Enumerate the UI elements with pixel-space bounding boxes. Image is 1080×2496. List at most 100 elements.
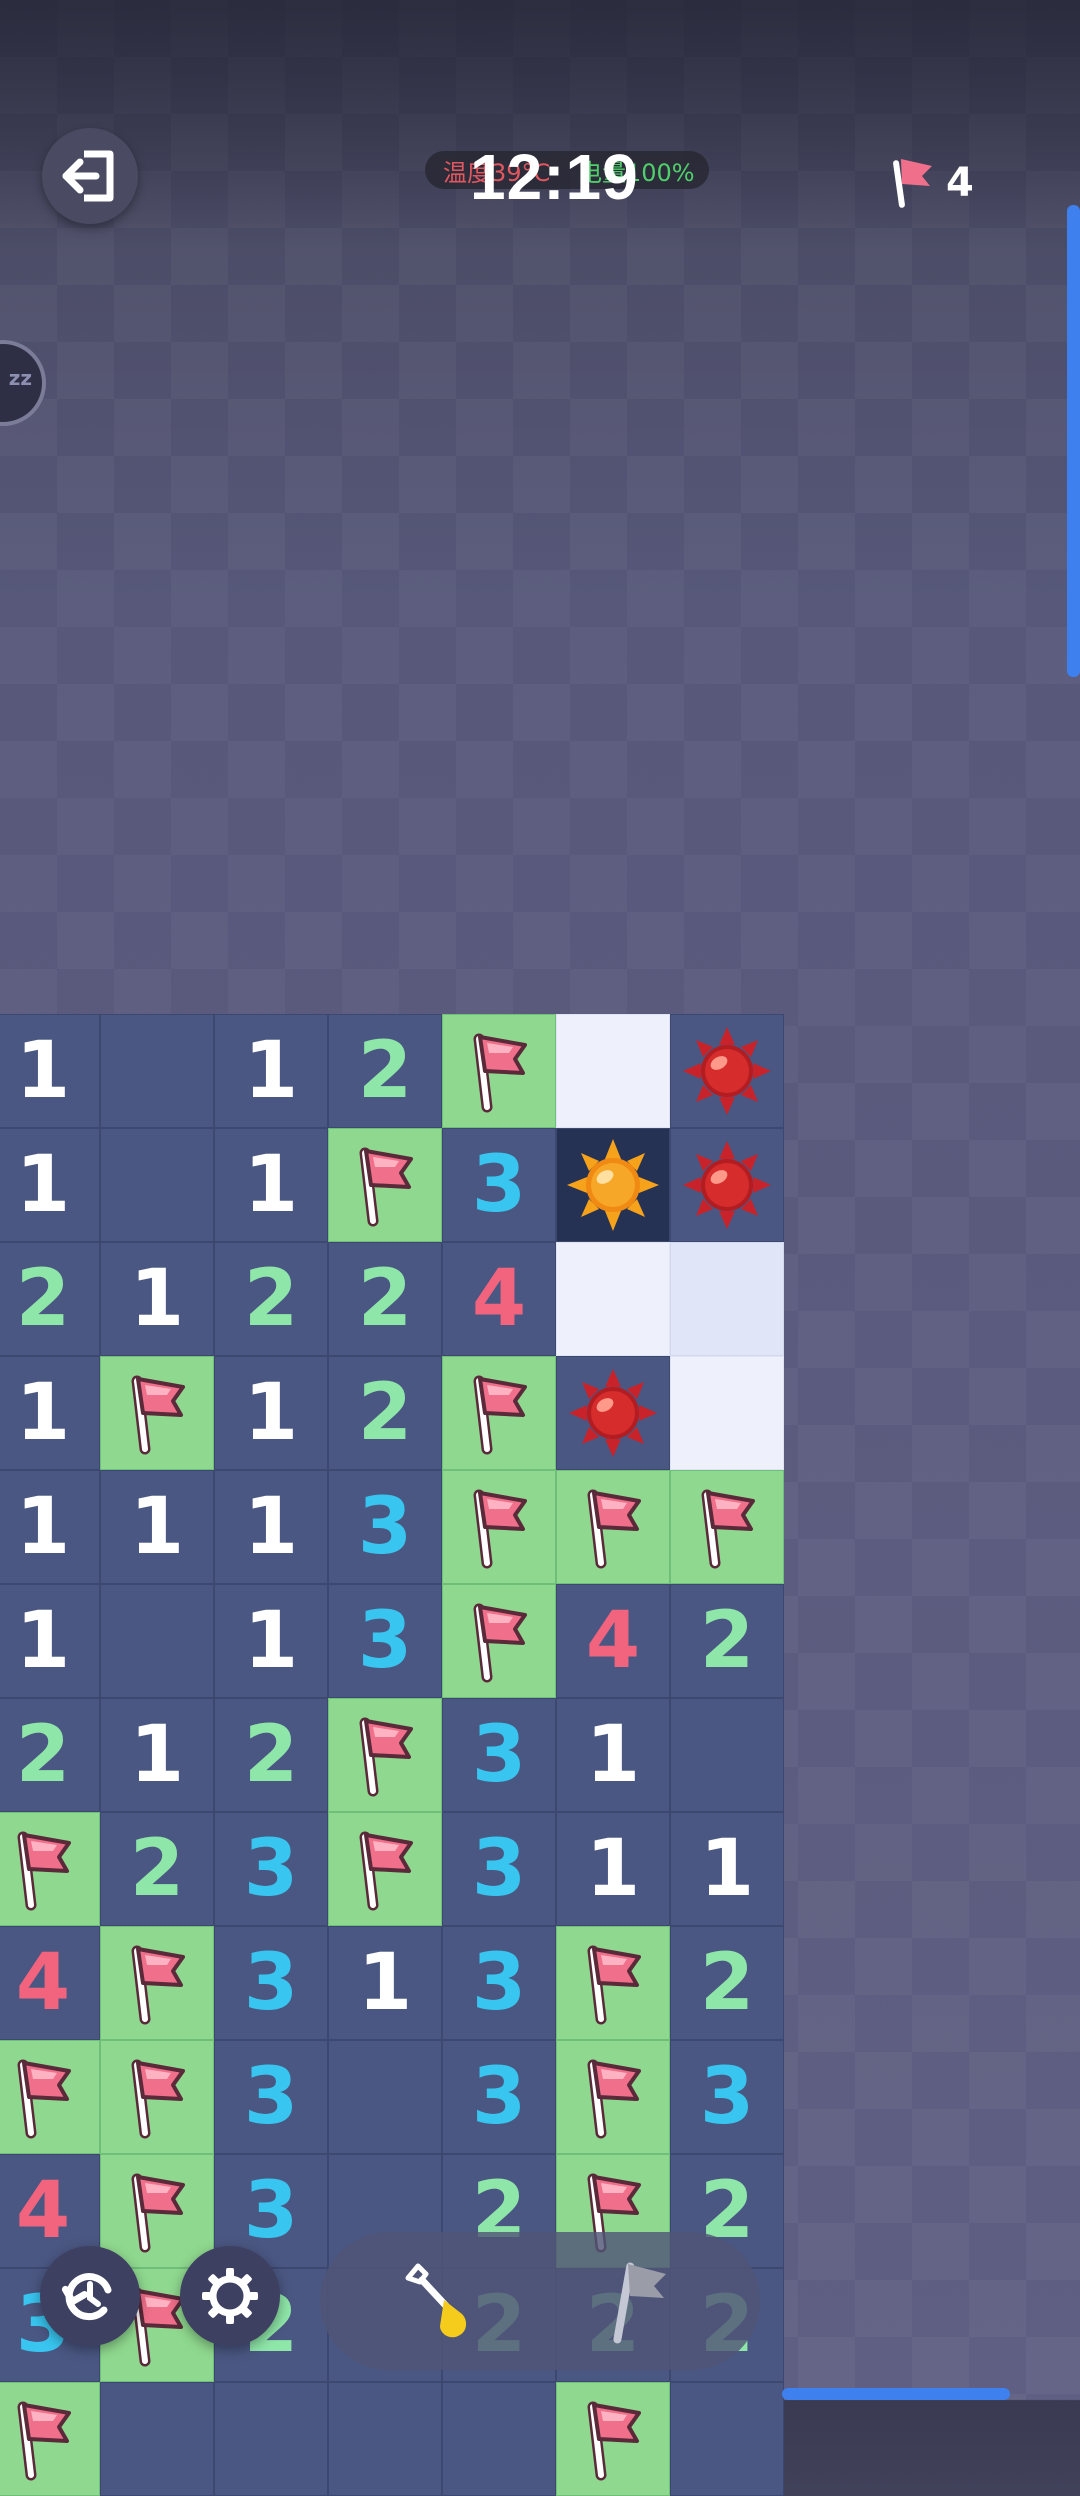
tile-flagged[interactable] bbox=[0, 1812, 100, 1926]
game-timer: 12:19 bbox=[470, 141, 639, 213]
tile-flagged[interactable] bbox=[442, 1014, 556, 1128]
tile-number[interactable]: 3 bbox=[328, 1584, 442, 1698]
tile-empty[interactable] bbox=[670, 1698, 784, 1812]
flag-mode-icon[interactable] bbox=[602, 2252, 682, 2352]
flag-icon bbox=[473, 1375, 527, 1455]
tile-unrevealed[interactable] bbox=[670, 1356, 784, 1470]
tile-number[interactable]: 3 bbox=[328, 1470, 442, 1584]
tile-mine[interactable] bbox=[670, 1128, 784, 1242]
restart-button[interactable] bbox=[40, 2246, 140, 2346]
tile-flagged[interactable] bbox=[100, 1926, 214, 2040]
tile-number[interactable]: 3 bbox=[442, 1698, 556, 1812]
tile-number[interactable]: 3 bbox=[442, 1128, 556, 1242]
tile-number[interactable]: 4 bbox=[556, 1584, 670, 1698]
tile-unrevealed[interactable] bbox=[556, 1014, 670, 1128]
tile-number[interactable]: 1 bbox=[214, 1470, 328, 1584]
tile-flagged[interactable] bbox=[670, 1470, 784, 1584]
tile-empty[interactable] bbox=[328, 2382, 442, 2496]
tile-flagged[interactable] bbox=[556, 2040, 670, 2154]
mine-icon bbox=[569, 1369, 657, 1457]
tile-empty[interactable] bbox=[442, 2382, 556, 2496]
tile-number[interactable]: 1 bbox=[556, 1812, 670, 1926]
tile-empty[interactable] bbox=[100, 1014, 214, 1128]
tile-flagged[interactable] bbox=[328, 1698, 442, 1812]
flag-icon bbox=[587, 1945, 641, 2025]
tile-number[interactable]: 1 bbox=[0, 1356, 100, 1470]
tile-flagged[interactable] bbox=[442, 1470, 556, 1584]
tile-number[interactable]: 1 bbox=[214, 1584, 328, 1698]
tile-flagged[interactable] bbox=[0, 2382, 100, 2496]
tile-flagged[interactable] bbox=[100, 1356, 214, 1470]
tile-number[interactable]: 3 bbox=[442, 1926, 556, 2040]
tile-number[interactable]: 1 bbox=[0, 1014, 100, 1128]
tile-number[interactable]: 3 bbox=[214, 1926, 328, 2040]
tile-number[interactable]: 2 bbox=[214, 1698, 328, 1812]
tile-empty[interactable] bbox=[214, 2382, 328, 2496]
tile-flagged[interactable] bbox=[328, 1128, 442, 1242]
flag-icon bbox=[17, 2059, 71, 2139]
tile-empty[interactable] bbox=[100, 1584, 214, 1698]
tile-unrevealed[interactable] bbox=[670, 1242, 784, 1356]
tile-number[interactable]: 1 bbox=[100, 1698, 214, 1812]
tile-number[interactable]: 1 bbox=[328, 1926, 442, 2040]
restart-icon bbox=[61, 2273, 112, 2321]
tile-number[interactable]: 1 bbox=[670, 1812, 784, 1926]
tile-number[interactable]: 1 bbox=[214, 1014, 328, 1128]
tile-number[interactable]: 3 bbox=[214, 1812, 328, 1926]
tile-empty[interactable] bbox=[328, 2040, 442, 2154]
tile-empty[interactable] bbox=[100, 2382, 214, 2496]
tile-exploded-mine[interactable] bbox=[556, 1128, 670, 1242]
tile-number[interactable]: 3 bbox=[442, 1812, 556, 1926]
tile-mine[interactable] bbox=[556, 1356, 670, 1470]
tile-flagged[interactable] bbox=[556, 2382, 670, 2496]
tile-number[interactable]: 2 bbox=[100, 1812, 214, 1926]
flag-icon bbox=[701, 1489, 755, 1569]
tile-empty[interactable] bbox=[100, 1128, 214, 1242]
tile-number[interactable]: 1 bbox=[0, 1584, 100, 1698]
gear-icon bbox=[202, 2268, 258, 2324]
tile-number[interactable]: 2 bbox=[328, 1356, 442, 1470]
tile-number[interactable]: 1 bbox=[556, 1698, 670, 1812]
settings-button[interactable] bbox=[180, 2246, 280, 2346]
tile-number[interactable]: 2 bbox=[0, 1242, 100, 1356]
tile-flagged[interactable] bbox=[0, 2040, 100, 2154]
tile-number[interactable]: 3 bbox=[670, 2040, 784, 2154]
tile-flagged[interactable] bbox=[442, 1356, 556, 1470]
tile-number[interactable]: 2 bbox=[328, 1014, 442, 1128]
tile-flagged[interactable] bbox=[328, 1812, 442, 1926]
flag-icon bbox=[587, 2401, 641, 2481]
exit-icon bbox=[62, 150, 114, 202]
tile-mine[interactable] bbox=[670, 1014, 784, 1128]
tile-number[interactable]: 2 bbox=[214, 1242, 328, 1356]
mine-icon bbox=[683, 1027, 771, 1115]
tile-number[interactable]: 2 bbox=[328, 1242, 442, 1356]
tile-number[interactable]: 2 bbox=[670, 1584, 784, 1698]
tile-flagged[interactable] bbox=[100, 2040, 214, 2154]
tile-empty[interactable] bbox=[670, 2382, 784, 2496]
tile-number[interactable]: 3 bbox=[442, 2040, 556, 2154]
exit-button[interactable] bbox=[42, 128, 138, 224]
tile-unrevealed[interactable] bbox=[556, 1242, 670, 1356]
tile-flagged[interactable] bbox=[556, 1470, 670, 1584]
tile-number[interactable]: 1 bbox=[0, 1470, 100, 1584]
shovel-icon[interactable] bbox=[396, 2256, 486, 2346]
flag-icon bbox=[359, 1831, 413, 1911]
tile-number[interactable]: 4 bbox=[0, 1926, 100, 2040]
vertical-scrollbar[interactable] bbox=[1067, 205, 1080, 677]
flag-icon bbox=[17, 1831, 71, 1911]
tile-number[interactable]: 1 bbox=[214, 1128, 328, 1242]
flag-count: 4 bbox=[946, 160, 974, 206]
tile-number[interactable]: 1 bbox=[100, 1470, 214, 1584]
tile-number[interactable]: 2 bbox=[0, 1698, 100, 1812]
tile-number[interactable]: 1 bbox=[100, 1242, 214, 1356]
tile-flagged[interactable] bbox=[100, 2154, 214, 2268]
tile-number[interactable]: 3 bbox=[214, 2040, 328, 2154]
tile-flagged[interactable] bbox=[556, 1926, 670, 2040]
tile-number[interactable]: 2 bbox=[670, 1926, 784, 2040]
tile-number[interactable]: 1 bbox=[214, 1356, 328, 1470]
tile-flagged[interactable] bbox=[442, 1584, 556, 1698]
tile-number[interactable]: 4 bbox=[442, 1242, 556, 1356]
horizontal-scrollbar[interactable] bbox=[782, 2388, 1010, 2400]
tool-selector bbox=[320, 2232, 760, 2370]
tile-number[interactable]: 1 bbox=[0, 1128, 100, 1242]
